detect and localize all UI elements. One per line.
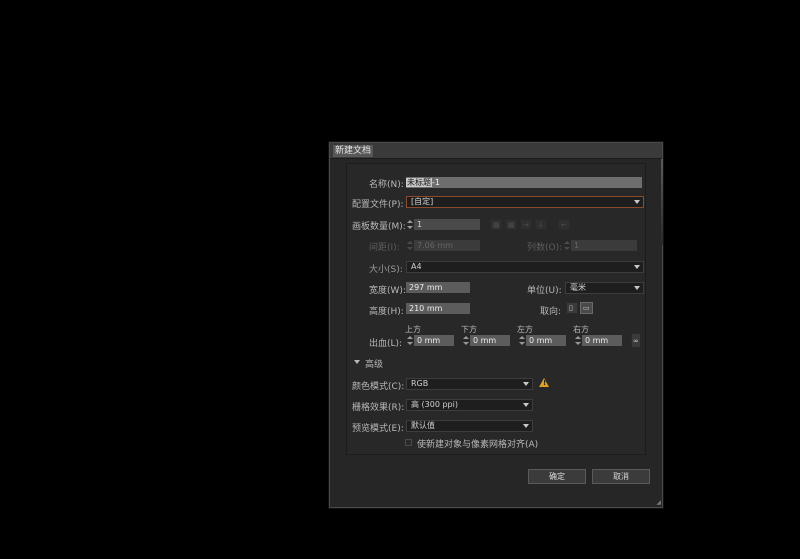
chevron-down-icon [523,403,529,407]
disclosure-triangle-icon[interactable] [354,360,360,364]
raster-label: 栅格效果(R): [352,403,405,413]
width-input[interactable]: 297 mm [406,282,470,293]
arrange-by-row-icon[interactable]: → [520,219,532,230]
columns-stepper[interactable] [564,240,570,251]
width-label: 宽度(W): [369,286,406,296]
units-value: 毫米 [570,283,586,292]
align-pixel-checkbox[interactable] [405,439,412,446]
dialog-title: 新建文档 [333,145,374,157]
profile-label: 配置文件(P): [352,200,404,210]
dialog-titlebar[interactable]: 新建文档 [330,143,662,159]
bleed-right-label: 右方 [573,325,589,334]
size-value: A4 [411,262,422,271]
landscape-icon[interactable]: ▭ [580,302,593,314]
resize-grip-icon[interactable]: ◢ [656,499,661,506]
bleed-bottom-label: 下方 [461,325,477,334]
bleed-left-stepper[interactable] [519,335,525,346]
preview-label: 预览模式(E): [352,424,404,434]
name-field[interactable]: 未标题-1 [406,177,642,188]
spacing-input[interactable]: 7.06 mm [414,240,480,251]
bleed-top-stepper[interactable] [407,335,413,346]
ok-button[interactable]: 确定 [528,469,586,484]
dialog-edge-highlight [661,159,663,245]
artboards-stepper[interactable] [407,219,413,230]
chevron-down-icon [634,200,640,204]
color-mode-value: RGB [411,379,429,388]
bleed-left-input[interactable]: 0 mm [526,335,566,346]
bleed-left-label: 左方 [517,325,533,334]
spacing-stepper[interactable] [407,240,413,251]
name-selected-text: 未标题 [406,178,432,187]
bleed-label: 出血(L): [369,339,403,349]
preview-value: 默认值 [411,421,435,430]
color-mode-label: 颜色模式(C): [352,382,405,392]
orientation-label: 取向: [540,307,562,317]
right-to-left-icon[interactable]: ← [558,219,570,230]
settings-panel: 名称(N): 未标题-1 配置文件(P): [自定] 画板数量(M): 1 ▦ … [346,163,646,455]
chevron-down-icon [523,382,529,386]
name-rest-text: -1 [432,178,440,187]
bleed-bottom-input[interactable]: 0 mm [470,335,510,346]
profile-value: [自定] [411,197,434,206]
warning-icon: ! [539,378,549,387]
size-label: 大小(S): [369,265,403,275]
height-label: 高度(H): [369,307,404,317]
chevron-down-icon [634,265,640,269]
grid-by-row-icon[interactable]: ▦ [490,219,502,230]
raster-value: 高 (300 ppi) [411,400,458,409]
grid-by-column-icon[interactable]: ▦ [505,219,517,230]
align-pixel-label: 使新建对象与像素网格对齐(A) [417,440,539,450]
raster-dropdown[interactable]: 高 (300 ppi) [406,399,533,411]
artboards-input[interactable]: 1 [414,219,480,230]
chevron-down-icon [523,424,529,428]
chain-link-icon[interactable]: ∞ [631,333,641,348]
profile-dropdown[interactable]: [自定] [406,196,644,208]
bleed-right-input[interactable]: 0 mm [582,335,622,346]
portrait-icon[interactable]: ▯ [566,302,578,314]
color-mode-dropdown[interactable]: RGB [406,378,533,390]
bleed-top-input[interactable]: 0 mm [414,335,454,346]
advanced-toggle[interactable]: 高级 [365,357,383,370]
artboards-label: 画板数量(M): [352,222,406,232]
columns-input[interactable]: 1 [571,240,637,251]
units-dropdown[interactable]: 毫米 [565,282,644,294]
name-label: 名称(N): [369,180,404,190]
cancel-button[interactable]: 取消 [592,469,650,484]
bleed-right-stepper[interactable] [575,335,581,346]
size-dropdown[interactable]: A4 [406,261,644,273]
new-document-dialog: 新建文档 名称(N): 未标题-1 配置文件(P): [自定] 画板数量(M):… [329,142,663,508]
units-label: 单位(U): [527,286,562,296]
chevron-down-icon [634,286,640,290]
height-input[interactable]: 210 mm [406,303,470,314]
bleed-top-label: 上方 [405,325,421,334]
arrange-by-column-icon[interactable]: ↓ [535,219,547,230]
preview-dropdown[interactable]: 默认值 [406,420,533,432]
bleed-bottom-stepper[interactable] [463,335,469,346]
columns-label: 列数(O): [527,243,563,253]
spacing-label: 间距(I): [369,243,400,253]
